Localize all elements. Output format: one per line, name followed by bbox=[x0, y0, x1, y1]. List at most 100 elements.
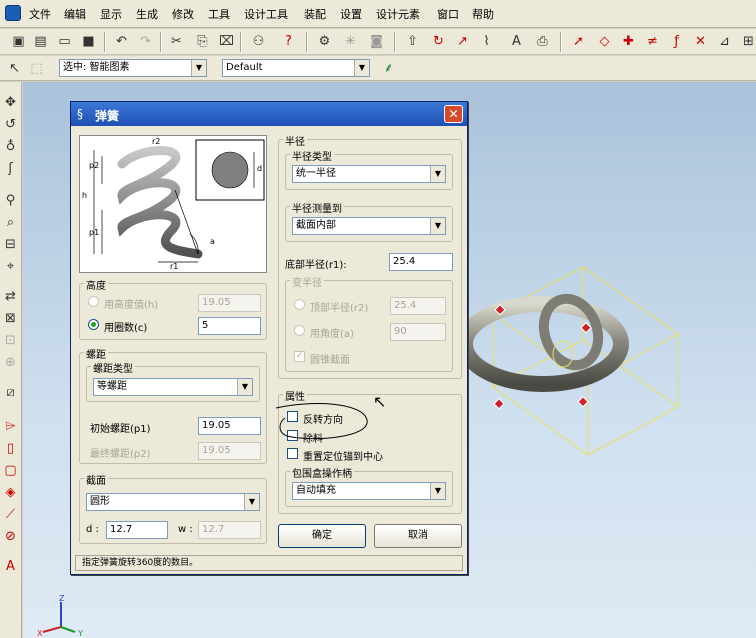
look-icon[interactable]: ♁ bbox=[2, 138, 19, 155]
pitch-type-title: 螺距类型 bbox=[91, 360, 135, 375]
open-folder-icon[interactable]: ▭ bbox=[56, 33, 73, 50]
style-combo[interactable]: Default ▼ bbox=[222, 59, 370, 77]
arrow-icon[interactable]: ➚ bbox=[570, 33, 587, 50]
cube-icon[interactable]: ◇ bbox=[596, 33, 613, 50]
menu-tools[interactable]: 工具 bbox=[208, 6, 230, 22]
conical-section-label: 圆锥截面 bbox=[310, 355, 350, 366]
top-radius-radio[interactable] bbox=[294, 299, 305, 310]
paste-icon[interactable]: ⌧ bbox=[218, 33, 235, 50]
edge-icon[interactable]: ⌲ bbox=[2, 418, 19, 435]
box-icon[interactable]: ▢ bbox=[2, 462, 19, 479]
menu-view[interactable]: 显示 bbox=[100, 6, 122, 22]
dialog-titlebar[interactable]: § 弹簧 ✕ bbox=[71, 102, 467, 126]
plane-icon[interactable]: ≠ bbox=[644, 33, 661, 50]
radius-type-combo[interactable]: 统一半径 ▼ bbox=[292, 165, 446, 183]
zoom-icon[interactable]: ⚲ bbox=[2, 192, 19, 209]
camera-icon[interactable]: ◙ bbox=[368, 33, 385, 50]
radius-measure-combo[interactable]: 截面内部 ▼ bbox=[292, 217, 446, 235]
redo-icon[interactable]: ↷ bbox=[137, 33, 154, 50]
d-field[interactable]: 12.7 bbox=[106, 521, 168, 539]
save-icon[interactable]: ■ bbox=[80, 33, 97, 50]
flip-icon[interactable]: ⇄ bbox=[2, 288, 19, 305]
chevron-down-icon[interactable]: ▼ bbox=[430, 218, 445, 234]
pointer-icon[interactable]: ↖ bbox=[6, 60, 23, 77]
section-icon[interactable]: ⧄ bbox=[2, 384, 19, 401]
copy-icon[interactable]: ⎘ bbox=[194, 33, 211, 50]
turns-radio[interactable] bbox=[88, 319, 99, 330]
menu-generate[interactable]: 生成 bbox=[136, 6, 158, 22]
cancel-button[interactable]: 取消 bbox=[374, 524, 462, 548]
recenter-anchor-checkbox[interactable] bbox=[287, 448, 298, 459]
chevron-down-icon[interactable]: ▼ bbox=[430, 483, 445, 499]
axis-icon[interactable]: ✚ bbox=[620, 33, 637, 50]
chevron-down-icon[interactable]: ▼ bbox=[430, 166, 445, 182]
height-value-field[interactable]: 19.05 bbox=[198, 294, 261, 312]
chevron-down-icon[interactable]: ▼ bbox=[354, 60, 369, 76]
close-button[interactable]: ✕ bbox=[444, 105, 463, 123]
angle-field[interactable]: 90 bbox=[390, 323, 446, 341]
perspective-icon[interactable]: ⊕ bbox=[2, 354, 19, 371]
w-field[interactable]: 12.7 bbox=[198, 521, 261, 539]
menu-file[interactable]: 文件 bbox=[29, 6, 51, 22]
menu-design-elements[interactable]: 设计元素 bbox=[376, 6, 420, 22]
snap-icon[interactable]: ✕ bbox=[692, 33, 709, 50]
hierarchy-icon[interactable]: ⸙ bbox=[380, 60, 397, 77]
pitch-type-combo[interactable]: 等螺距 ▼ bbox=[93, 378, 253, 396]
pan-icon[interactable]: ✥ bbox=[2, 94, 19, 111]
angle-radio[interactable] bbox=[294, 325, 305, 336]
move-up-icon[interactable]: ⇧ bbox=[404, 33, 421, 50]
chevron-down-icon[interactable]: ▼ bbox=[244, 494, 259, 510]
shell-icon[interactable]: ◈ bbox=[2, 484, 19, 501]
circle-icon[interactable]: ⊘ bbox=[2, 528, 19, 545]
lock-icon[interactable]: ⊠ bbox=[2, 310, 19, 327]
chevron-down-icon[interactable]: ▼ bbox=[237, 379, 252, 395]
select-box-icon[interactable]: ⬚ bbox=[28, 60, 45, 77]
zoom-window-icon[interactable]: ⌕ bbox=[2, 214, 19, 231]
menu-modify[interactable]: 修改 bbox=[172, 6, 194, 22]
face-icon[interactable]: ▯ bbox=[2, 440, 19, 457]
orbit-icon[interactable]: ↺ bbox=[2, 116, 19, 133]
menu-design-tools[interactable]: 设计工具 bbox=[244, 6, 288, 22]
grid-icon[interactable]: ⊞ bbox=[740, 33, 756, 50]
initial-pitch-field[interactable]: 19.05 bbox=[198, 417, 261, 435]
annotation-icon[interactable]: A bbox=[2, 558, 19, 575]
final-pitch-field[interactable]: 19.05 bbox=[198, 442, 261, 460]
selection-filter-combo[interactable]: 选中: 智能图素 ▼ bbox=[59, 59, 207, 77]
menu-assembly[interactable]: 装配 bbox=[304, 6, 326, 22]
ok-button[interactable]: 确定 bbox=[278, 524, 366, 548]
app-icon[interactable] bbox=[5, 5, 21, 21]
target-icon[interactable]: ⌖ bbox=[2, 258, 19, 275]
new-icon[interactable]: ▣ bbox=[10, 33, 27, 50]
undo-icon[interactable]: ↶ bbox=[113, 33, 130, 50]
bbox-handle-combo[interactable]: 自动填充 ▼ bbox=[292, 482, 446, 500]
walk-icon[interactable]: ʃ bbox=[2, 160, 19, 177]
render-icon[interactable]: ⚙ bbox=[316, 33, 333, 50]
text-icon[interactable]: A bbox=[508, 33, 525, 50]
turns-field[interactable]: 5 bbox=[198, 317, 261, 335]
cut-icon[interactable]: ✂ bbox=[168, 33, 185, 50]
menu-help[interactable]: 帮助 bbox=[472, 6, 494, 22]
measure-icon[interactable]: ⊿ bbox=[716, 33, 733, 50]
spring-icon[interactable]: ⌇ bbox=[478, 33, 495, 50]
binoculars-icon[interactable]: ⚇ bbox=[250, 33, 267, 50]
page-icon[interactable]: ⎙ bbox=[534, 33, 551, 50]
zoom-fit-icon[interactable]: ⊟ bbox=[2, 236, 19, 253]
section-shape-combo[interactable]: 圆形 ▼ bbox=[86, 493, 260, 511]
fx-icon[interactable]: ƒ bbox=[668, 33, 685, 50]
chevron-down-icon[interactable]: ▼ bbox=[191, 60, 206, 76]
spring-dialog: § 弹簧 ✕ r2 p2 h p1 r1 a d 高度 用高度值(h) 19.0… bbox=[70, 101, 468, 575]
path-icon[interactable]: ↗ bbox=[454, 33, 471, 50]
conical-section-checkbox[interactable]: ✓ bbox=[294, 351, 305, 362]
height-value-radio[interactable] bbox=[88, 296, 99, 307]
line-icon[interactable]: ⟋ bbox=[2, 506, 19, 523]
menu-window[interactable]: 窗口 bbox=[437, 6, 459, 22]
menu-settings[interactable]: 设置 bbox=[340, 6, 362, 22]
rotate-icon[interactable]: ↻ bbox=[430, 33, 447, 50]
top-radius-field[interactable]: 25.4 bbox=[390, 297, 446, 315]
menu-edit[interactable]: 编辑 bbox=[64, 6, 86, 22]
new-design-icon[interactable]: ▤ bbox=[32, 33, 49, 50]
light-icon[interactable]: ✳ bbox=[342, 33, 359, 50]
help-pointer-icon[interactable]: ? bbox=[280, 33, 297, 50]
bottom-radius-field[interactable]: 25.4 bbox=[389, 253, 453, 271]
dimension-icon[interactable]: ⊡ bbox=[2, 332, 19, 349]
